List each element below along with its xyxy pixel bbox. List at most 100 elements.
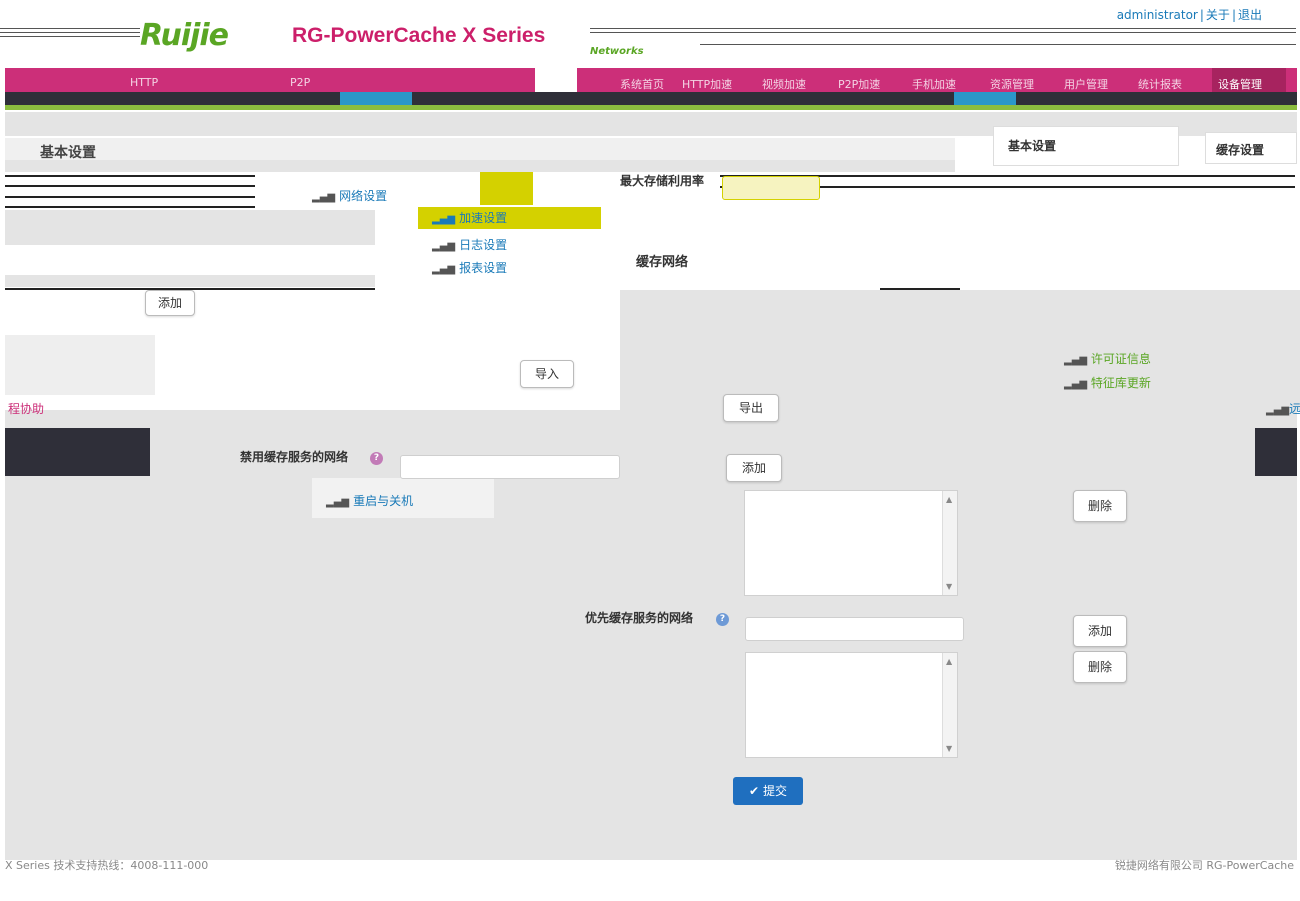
scroll-up-icon[interactable]: ▲: [946, 657, 952, 666]
menu-item-report[interactable]: ▂▄▆ 报表设置: [432, 259, 507, 276]
header-rule: [590, 32, 1296, 33]
stripe: [5, 185, 255, 187]
nav-item-http-left[interactable]: HTTP: [130, 76, 158, 89]
max-storage-input[interactable]: [722, 176, 820, 200]
signal-bars-icon: ▂▄▆: [1266, 405, 1290, 416]
scrollbar[interactable]: ▲ ▼: [942, 653, 957, 757]
menu-item-network[interactable]: ▂▄▆ 网络设置: [312, 187, 387, 204]
import-button[interactable]: 导入: [520, 360, 574, 388]
delete-disabled-network-button[interactable]: 删除: [1073, 490, 1127, 522]
header-rule: [0, 32, 140, 33]
about-link[interactable]: 关于: [1206, 8, 1230, 22]
menu-item-label: 重启与关机: [353, 494, 414, 508]
nav-item-resource[interactable]: 资源管理: [990, 76, 1034, 92]
nav-item-users[interactable]: 用户管理: [1064, 76, 1108, 92]
menu-item-label: 报表设置: [459, 261, 508, 275]
side-block: [5, 335, 155, 395]
signal-bars-icon: ▂▄▆: [326, 497, 350, 508]
nav-underbar: [5, 92, 1297, 105]
content-band: [5, 160, 955, 172]
add-button-left[interactable]: 添加: [145, 290, 195, 316]
check-icon: ✔: [749, 784, 760, 798]
header-rule: [0, 28, 140, 29]
logout-link[interactable]: 退出: [1238, 8, 1262, 22]
add-priority-network-button[interactable]: 添加: [1073, 615, 1127, 647]
submit-button[interactable]: ✔ 提交: [733, 777, 803, 805]
nav-item-home[interactable]: 系统首页: [620, 76, 664, 92]
license-info-link[interactable]: ▂▄▆ 许可证信息: [1064, 350, 1151, 367]
disabled-network-input[interactable]: [400, 455, 620, 479]
max-storage-label: 最大存储利用率: [620, 174, 705, 188]
scrollbar[interactable]: ▲ ▼: [942, 491, 957, 595]
help-icon[interactable]: ?: [716, 613, 729, 626]
nav-item-video[interactable]: 视频加速: [762, 76, 806, 92]
cache-network-heading: 缓存网络: [636, 255, 689, 270]
menu-item-label: 网络设置: [339, 189, 388, 203]
content-band: [5, 275, 375, 287]
disabled-network-list[interactable]: ▲ ▼: [744, 490, 958, 596]
export-button[interactable]: 导出: [723, 394, 779, 422]
header-rule: [700, 44, 1296, 45]
add-disabled-network-button[interactable]: 添加: [726, 454, 782, 482]
feature-update-link[interactable]: ▂▄▆ 特征库更新: [1064, 374, 1151, 391]
remote-link-right[interactable]: ▂▄▆远: [1266, 400, 1300, 417]
nav-item-p2p-left[interactable]: P2P: [290, 76, 310, 89]
help-icon[interactable]: ?: [370, 452, 383, 465]
menu-item-cache[interactable]: ▂▄▆ 加速设置: [418, 207, 601, 229]
menu-item-reboot[interactable]: ▂▄▆ 重启与关机: [326, 492, 413, 509]
nav-item-p2p[interactable]: P2P加速: [838, 76, 880, 92]
user-links: administrator | 关于 | 退出: [1117, 6, 1262, 23]
stripe: [880, 288, 960, 290]
header-rule: [0, 36, 140, 37]
scroll-up-icon[interactable]: ▲: [946, 495, 952, 504]
content-band: [5, 410, 1297, 475]
nav-accent: [954, 92, 1016, 105]
stripe: [5, 175, 255, 177]
priority-network-list[interactable]: ▲ ▼: [745, 652, 958, 758]
menu-item-log[interactable]: ▂▄▆ 日志设置: [432, 236, 507, 253]
nav-item-mobile[interactable]: 手机加速: [912, 76, 956, 92]
scroll-down-icon[interactable]: ▼: [946, 744, 952, 753]
ruijie-logo: Ruijie: [140, 18, 229, 53]
user-link[interactable]: administrator: [1117, 8, 1198, 22]
stripe: [5, 206, 255, 208]
separator: |: [1231, 8, 1236, 22]
tab-basic-settings[interactable]: 基本设置: [993, 126, 1179, 166]
feature-update-label: 特征库更新: [1090, 376, 1151, 390]
nav-item-stats[interactable]: 统计报表: [1138, 76, 1182, 92]
nav-green-rule: [5, 105, 1297, 110]
menu-item-label: 日志设置: [459, 238, 508, 252]
content-band: [620, 290, 1300, 410]
scroll-down-icon[interactable]: ▼: [946, 582, 952, 591]
nav-accent: [340, 92, 412, 105]
disabled-network-label: 禁用缓存服务的网络: [240, 450, 349, 464]
signal-bars-icon: ▂▄▆: [312, 192, 336, 203]
footer-support: X Series 技术支持热线：4008-111-000: [5, 859, 209, 872]
license-info-label: 许可证信息: [1090, 352, 1151, 366]
networks-tagline: Networks: [590, 46, 644, 57]
section-title-strip: [5, 138, 955, 160]
stripe: [5, 196, 255, 198]
footer-copyright: 锐捷网络有限公司 RG-PowerCache: [1114, 859, 1294, 872]
remote-assist-link[interactable]: 程协助: [8, 400, 44, 417]
content-band: [5, 210, 375, 245]
product-title: RG-PowerCache X Series: [292, 24, 546, 47]
delete-priority-network-button[interactable]: 删除: [1073, 651, 1127, 683]
remote-label: 远: [1289, 402, 1300, 416]
signal-bars-icon: ▂▄▆: [1064, 379, 1088, 390]
priority-network-label: 优先缓存服务的网络: [585, 611, 694, 625]
section-title: 基本设置: [40, 145, 96, 161]
nav-item-http[interactable]: HTTP加速: [682, 76, 732, 92]
submit-label: 提交: [762, 784, 787, 798]
separator: |: [1199, 8, 1204, 22]
side-dark-block: [5, 428, 150, 476]
menu-item-label: 加速设置: [459, 211, 508, 225]
priority-network-input[interactable]: [745, 617, 964, 641]
side-dark-block: [1255, 428, 1297, 476]
header-rule: [590, 28, 1296, 29]
menu-highlight: [480, 172, 533, 208]
tab-cache-settings[interactable]: 缓存设置: [1205, 132, 1297, 164]
signal-bars-icon: ▂▄▆: [1064, 355, 1088, 366]
nav-item-device[interactable]: 设备管理: [1218, 76, 1262, 92]
signal-bars-icon: ▂▄▆: [432, 241, 456, 252]
